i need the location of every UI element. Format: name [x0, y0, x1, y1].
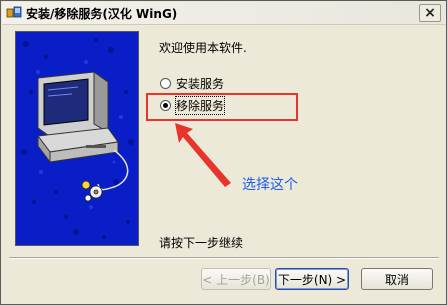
welcome-text: 欢迎使用本软件. [159, 41, 247, 55]
installer-window: 安装/移除服务(汉化 WinG) × 欢迎使用本软件. 安装服务 移除服务 选择… [0, 0, 447, 305]
option-install[interactable]: 安装服务 [160, 75, 224, 91]
annotation-arrow-icon [175, 123, 231, 187]
illustration-panel [15, 31, 139, 246]
cancel-button[interactable]: 取消 [361, 268, 433, 290]
continue-hint: 请按下一步继续 [159, 236, 244, 250]
annotation-highlight-box [146, 93, 298, 121]
divider [9, 257, 439, 259]
close-icon: × [424, 5, 436, 21]
next-button[interactable]: 下一步(N) > [275, 268, 349, 290]
annotation-label: 选择这个 [242, 177, 298, 193]
back-button[interactable]: < 上一步(B) [201, 268, 271, 290]
install-label: 安装服务 [176, 76, 225, 91]
close-button[interactable]: × [419, 4, 441, 22]
app-icon [6, 6, 22, 18]
install-radio[interactable] [160, 77, 171, 89]
title-bar[interactable]: 安装/移除服务(汉化 WinG) × [2, 2, 445, 25]
window-title: 安装/移除服务(汉化 WinG) [26, 7, 178, 21]
computer-illustration-icon [21, 38, 134, 239]
